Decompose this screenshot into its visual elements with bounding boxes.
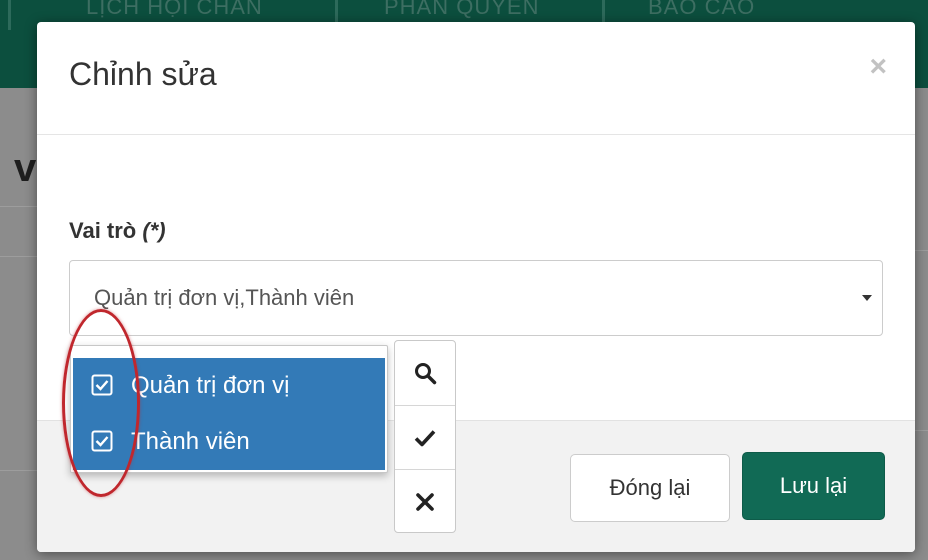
background-divider — [0, 206, 40, 207]
background-divider — [0, 470, 40, 471]
role-label-text: Vai trò — [69, 218, 137, 243]
background-divider — [914, 250, 928, 251]
nav-item-reports: BÁO CÁO — [648, 0, 756, 19]
close-icon[interactable]: × — [869, 52, 887, 82]
search-button[interactable] — [395, 341, 455, 404]
nav-separator — [8, 0, 11, 30]
deselect-all-button[interactable] — [395, 469, 455, 533]
dropdown-toolbar — [394, 340, 456, 533]
search-icon — [415, 362, 437, 384]
select-all-button[interactable] — [395, 405, 455, 469]
role-select[interactable]: Quản trị đơn vị,Thành viên — [69, 260, 883, 336]
role-field-label: Vai trò (*) — [69, 218, 166, 244]
annotation-ellipse — [62, 309, 140, 497]
close-icon — [416, 492, 434, 511]
caret-down-icon — [862, 295, 872, 301]
required-marker: (*) — [142, 218, 166, 243]
modal-title: Chỉnh sửa — [69, 56, 217, 92]
nav-item-permissions: PHÂN QUYỀN — [384, 0, 540, 19]
save-button[interactable]: Lưu lại — [742, 452, 885, 520]
check-icon — [414, 429, 436, 446]
modal-header: Chỉnh sửa × — [37, 22, 915, 135]
dropdown-option-label: Thành viên — [131, 428, 250, 455]
role-select-value: Quản trị đơn vị,Thành viên — [94, 285, 355, 310]
close-button[interactable]: Đóng lại — [570, 454, 730, 522]
nav-item-schedule: LỊCH HỘI CHẨN — [86, 0, 263, 19]
dropdown-option-label: Quản trị đơn vị — [131, 372, 290, 399]
background-divider — [914, 430, 928, 431]
background-divider — [0, 256, 40, 257]
